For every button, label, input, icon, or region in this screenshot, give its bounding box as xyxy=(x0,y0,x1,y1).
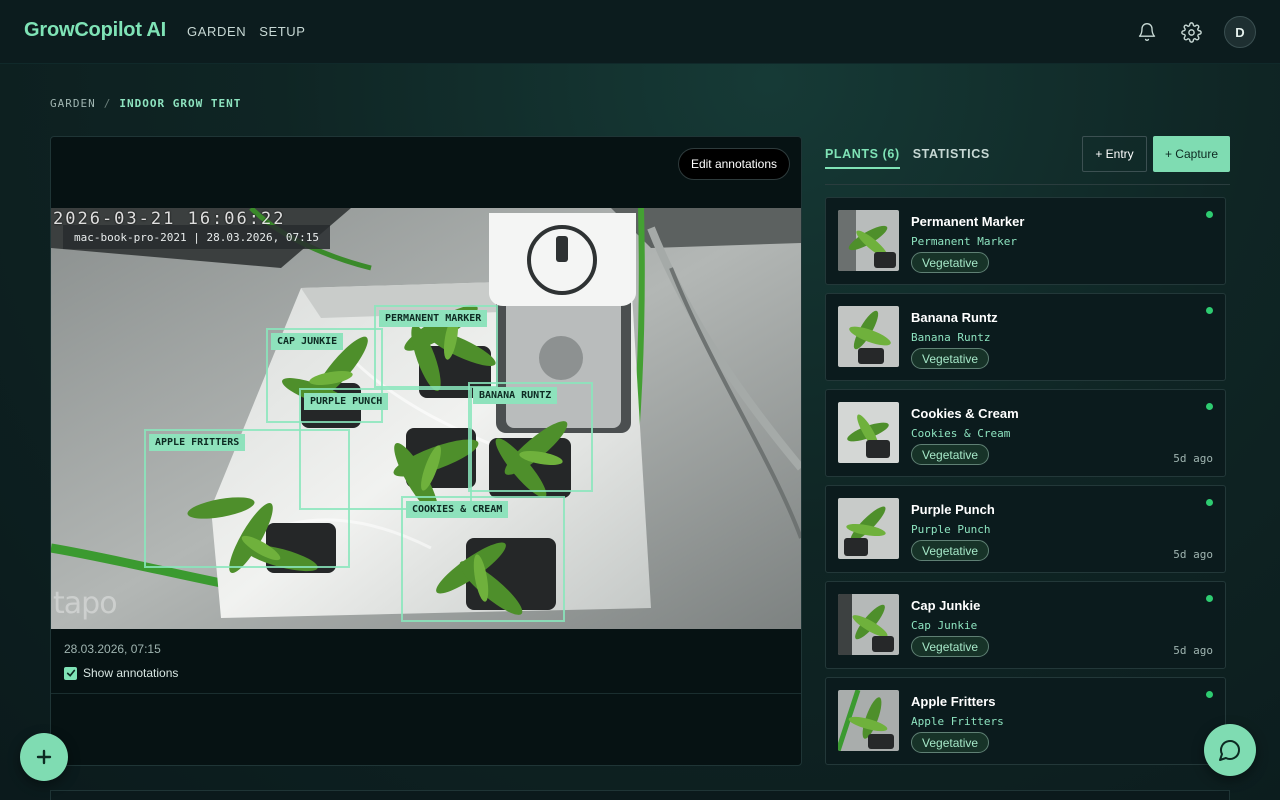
status-indicator xyxy=(1206,307,1213,314)
bottom-panel-edge xyxy=(50,790,1230,800)
plant-strain: Permanent Marker xyxy=(911,235,1017,248)
plant-card[interactable]: Banana Runtz Banana Runtz Vegetative xyxy=(825,293,1226,381)
plant-thumbnail xyxy=(838,402,899,463)
plant-list: Permanent Marker Permanent Marker Vegeta… xyxy=(825,197,1226,773)
annotation-label: APPLE FRITTERS xyxy=(149,434,246,451)
check-icon xyxy=(66,669,75,677)
show-annotations-checkbox[interactable] xyxy=(64,666,77,680)
top-bar: GrowCopilot AI GARDEN SETUP D xyxy=(0,0,1280,64)
stage-badge: Vegetative xyxy=(911,348,990,369)
chat-bubble-icon xyxy=(1219,740,1240,761)
status-indicator xyxy=(1206,499,1213,506)
plant-thumbnail xyxy=(838,690,899,751)
status-indicator xyxy=(1206,211,1213,218)
plant-name: Cap Junkie xyxy=(911,598,981,613)
annotation-label: BANANA RUNTZ xyxy=(473,387,558,404)
stage-badge: Vegetative xyxy=(911,540,990,561)
plant-age: 5d ago xyxy=(1173,452,1213,465)
camera-feed[interactable]: 2026-03-21 16:06:22 mac-book-pro-2021 | … xyxy=(51,208,801,629)
annotation-label: PURPLE PUNCH xyxy=(304,393,389,410)
annotation-label: COOKIES & CREAM xyxy=(406,501,509,518)
brand-logo[interactable]: GrowCopilot AI xyxy=(24,19,166,42)
plant-thumbnail xyxy=(838,498,899,559)
breadcrumb-current: INDOOR GROW TENT xyxy=(119,97,242,110)
nav-item-garden[interactable]: GARDEN xyxy=(187,24,246,39)
plant-card[interactable]: Permanent Marker Permanent Marker Vegeta… xyxy=(825,197,1226,285)
plant-thumbnail xyxy=(838,594,899,655)
breadcrumb-separator: / xyxy=(103,97,112,110)
panel-divider xyxy=(51,693,801,694)
add-entry-button[interactable]: + Entry xyxy=(1082,136,1147,172)
main-nav: GARDEN SETUP xyxy=(187,24,306,39)
edit-annotations-button[interactable]: Edit annotations xyxy=(677,148,790,180)
plant-strain: Apple Fritters xyxy=(911,715,1004,728)
osd-device-label: mac-book-pro-2021 | 28.03.2026, 07:15 xyxy=(63,225,331,249)
annotation-label: CAP JUNKIE xyxy=(271,333,344,350)
show-annotations-toggle[interactable]: Show annotations xyxy=(64,666,178,680)
stage-badge: Vegetative xyxy=(911,252,990,273)
status-indicator xyxy=(1206,403,1213,410)
stage-badge: Vegetative xyxy=(911,636,990,657)
plant-name: Banana Runtz xyxy=(911,310,998,325)
stage-badge: Vegetative xyxy=(911,444,990,465)
annotation-box[interactable]: BANANA RUNTZ xyxy=(468,382,593,492)
stage-badge: Vegetative xyxy=(911,732,990,753)
plant-strain: Cap Junkie xyxy=(911,619,978,632)
capture-timestamp: 28.03.2026, 07:15 xyxy=(64,642,161,656)
plant-card[interactable]: Cap Junkie Cap Junkie Vegetative 5d ago xyxy=(825,581,1226,669)
breadcrumb: GARDEN / INDOOR GROW TENT xyxy=(50,97,241,110)
tab-plants[interactable]: PLANTS (6) xyxy=(825,147,900,169)
plant-name: Permanent Marker xyxy=(911,214,1025,229)
chat-fab-button[interactable] xyxy=(1204,724,1256,776)
add-fab-button[interactable] xyxy=(20,733,68,781)
top-right-controls: D xyxy=(1136,16,1256,48)
camera-panel: Edit annotations 2026-03-21 16:06:22 mac… xyxy=(50,136,802,766)
annotation-label: PERMANENT MARKER xyxy=(379,310,488,327)
annotation-box[interactable]: PERMANENT MARKER xyxy=(374,305,498,388)
annotation-box[interactable]: APPLE FRITTERS xyxy=(144,429,350,568)
annotation-box[interactable]: COOKIES & CREAM xyxy=(401,496,565,622)
plant-card[interactable]: Cookies & Cream Cookies & Cream Vegetati… xyxy=(825,389,1226,477)
plant-thumbnail xyxy=(838,306,899,367)
plant-card[interactable]: Apple Fritters Apple Fritters Vegetative xyxy=(825,677,1226,765)
plant-strain: Banana Runtz xyxy=(911,331,991,344)
plant-strain: Purple Punch xyxy=(911,523,991,536)
status-indicator xyxy=(1206,691,1213,698)
tab-statistics[interactable]: STATISTICS xyxy=(913,147,990,169)
breadcrumb-root[interactable]: GARDEN xyxy=(50,97,96,110)
plant-strain: Cookies & Cream xyxy=(911,427,1011,440)
plant-age: 5d ago xyxy=(1173,644,1213,657)
panel-tabs: PLANTS (6) STATISTICS xyxy=(825,147,990,169)
plant-name: Cookies & Cream xyxy=(911,406,1019,421)
plant-name: Purple Punch xyxy=(911,502,995,517)
plant-thumbnail xyxy=(838,210,899,271)
nav-item-setup[interactable]: SETUP xyxy=(259,24,305,39)
plant-age: 5d ago xyxy=(1173,548,1213,561)
tabs-divider xyxy=(825,184,1230,185)
plant-card[interactable]: Purple Punch Purple Punch Vegetative 5d … xyxy=(825,485,1226,573)
avatar[interactable]: D xyxy=(1224,16,1256,48)
gear-icon[interactable] xyxy=(1180,21,1202,43)
plant-name: Apple Fritters xyxy=(911,694,996,709)
capture-button[interactable]: + Capture xyxy=(1153,136,1230,172)
bell-icon[interactable] xyxy=(1136,21,1158,43)
camera-watermark: tapo xyxy=(53,586,118,621)
status-indicator xyxy=(1206,595,1213,602)
plus-icon xyxy=(36,749,52,765)
show-annotations-label: Show annotations xyxy=(83,666,179,680)
